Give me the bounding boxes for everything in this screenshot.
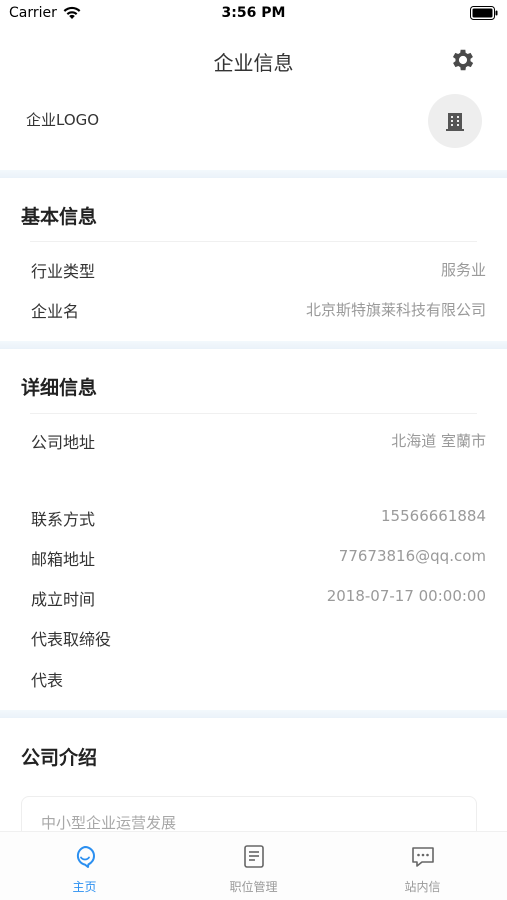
- tab-label: 主页: [72, 880, 97, 894]
- row-contact: 联系方式 15566661884: [0, 502, 507, 532]
- gear-icon[interactable]: [449, 46, 477, 74]
- intro-title: 公司介绍: [21, 747, 98, 769]
- status-bar: Carrier 3:56 PM: [0, 0, 507, 28]
- row-representative-director: 代表取缔役: [0, 622, 507, 652]
- clock: 3:56 PM: [221, 5, 286, 21]
- row-industry: 行业类型 服务业: [0, 254, 507, 284]
- tab-position-management[interactable]: 职位管理: [169, 832, 338, 900]
- section-gap: [0, 710, 507, 718]
- row-label: 企业名: [31, 302, 80, 321]
- page-title: 企业信息: [213, 51, 294, 75]
- row-label: 成立时间: [31, 590, 96, 609]
- divider: [30, 413, 477, 414]
- logo-avatar[interactable]: [428, 94, 482, 148]
- section-gap: [0, 341, 507, 349]
- tab-label: 站内信: [404, 880, 441, 894]
- row-value: 北海道 室蘭市: [391, 432, 486, 450]
- logo-label: 企业LOGO: [26, 111, 100, 129]
- tab-messages[interactable]: 站内信: [338, 832, 507, 900]
- divider: [30, 241, 477, 242]
- intro-text: 中小型企业运营发展: [41, 814, 177, 832]
- battery-icon: [470, 6, 498, 20]
- tab-home[interactable]: 主页: [0, 832, 169, 900]
- basic-info-title: 基本信息: [21, 206, 98, 228]
- row-value: 15566661884: [381, 507, 486, 525]
- section-gap: [0, 170, 507, 178]
- tab-bar: 主页 职位管理 站内信: [0, 831, 507, 900]
- row-value: 2018-07-17 00:00:00: [326, 587, 486, 605]
- home-chat-icon: [76, 846, 95, 868]
- row-company-name: 企业名 北京斯特旗莱科技有限公司: [0, 294, 507, 324]
- nav-bar: 企业信息: [0, 36, 507, 84]
- building-icon: [446, 113, 464, 131]
- row-founded: 成立时间 2018-07-17 00:00:00: [0, 582, 507, 612]
- row-label: 公司地址: [31, 433, 96, 452]
- logo-row[interactable]: 企业LOGO: [0, 92, 507, 148]
- row-label: 行业类型: [31, 262, 96, 281]
- message-icon: [411, 847, 434, 867]
- row-label: 联系方式: [31, 510, 96, 529]
- detail-info-title: 详细信息: [21, 377, 98, 399]
- row-value: 服务业: [440, 261, 486, 279]
- row-label: 邮箱地址: [31, 550, 96, 569]
- row-label: 代表: [31, 671, 64, 690]
- row-address: 公司地址 北海道 室蘭市: [0, 425, 507, 455]
- row-representative: 代表: [0, 663, 507, 693]
- document-icon: [243, 845, 264, 868]
- row-email: 邮箱地址 77673816@qq.com: [0, 542, 507, 572]
- row-value: 北京斯特旗莱科技有限公司: [305, 301, 486, 319]
- tab-label: 职位管理: [229, 880, 278, 894]
- row-label: 代表取缔役: [31, 630, 112, 649]
- row-value: 77673816@qq.com: [338, 547, 486, 565]
